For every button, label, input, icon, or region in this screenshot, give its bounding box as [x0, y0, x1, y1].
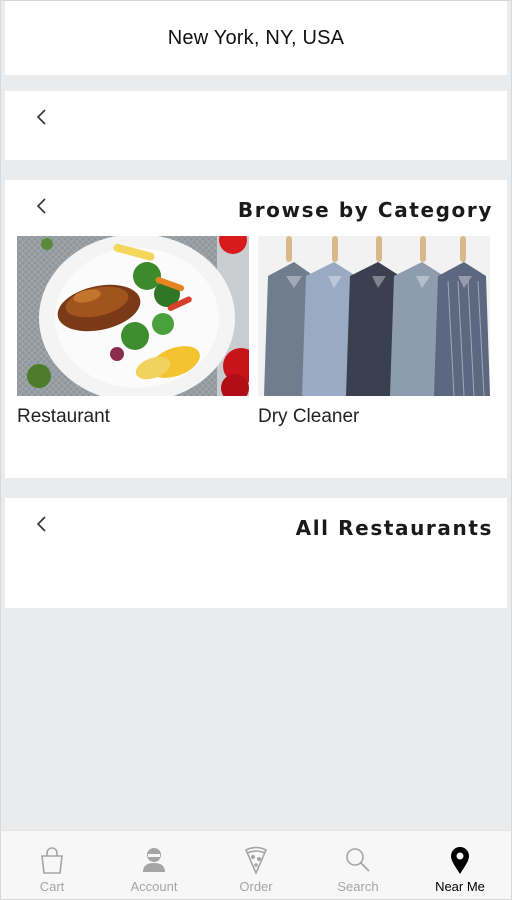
category-card-dry-cleaner[interactable]: Dry Cleaner: [258, 236, 490, 428]
location-label: New York, NY, USA: [167, 26, 345, 49]
app-screen: New York, NY, USA Browse by Category Res…: [0, 0, 512, 900]
pizza-slice-icon: [244, 846, 268, 875]
dry-cleaner-image: [258, 236, 490, 396]
tab-label-order: Order: [239, 879, 273, 894]
tab-account[interactable]: Account: [103, 831, 205, 899]
category-label-restaurant: Restaurant: [17, 406, 110, 427]
tab-cart[interactable]: Cart: [1, 831, 103, 899]
section-title-browse: Browse by Category: [237, 198, 493, 222]
location-header[interactable]: New York, NY, USA: [5, 1, 507, 75]
category-card-restaurant[interactable]: Restaurant: [17, 236, 249, 428]
chevron-left-icon[interactable]: [35, 515, 49, 533]
search-icon: [346, 848, 370, 872]
tab-label-near-me: Near Me: [435, 879, 485, 894]
account-icon: [143, 848, 165, 872]
bottom-tab-bar: Cart Account Order Search Near Me: [1, 830, 511, 899]
top-carousel-section: [5, 91, 507, 160]
tab-label-account: Account: [130, 879, 178, 894]
tab-search[interactable]: Search: [307, 831, 409, 899]
tab-order[interactable]: Order: [205, 831, 307, 899]
all-restaurants-section: All Restaurants: [5, 498, 507, 608]
section-title-all-restaurants: All Restaurants: [295, 516, 493, 540]
browse-category-section: Browse by Category Restaurant Dry Cleane…: [5, 180, 507, 478]
shopping-bag-icon: [41, 847, 63, 874]
chevron-left-icon[interactable]: [35, 197, 49, 215]
restaurant-image: [17, 236, 249, 396]
category-label-dry-cleaner: Dry Cleaner: [258, 406, 360, 427]
map-pin-icon: [451, 847, 469, 874]
tab-near-me[interactable]: Near Me: [409, 831, 511, 899]
tab-label-search: Search: [337, 879, 379, 894]
chevron-left-icon[interactable]: [35, 108, 49, 126]
tab-label-cart: Cart: [39, 879, 65, 894]
